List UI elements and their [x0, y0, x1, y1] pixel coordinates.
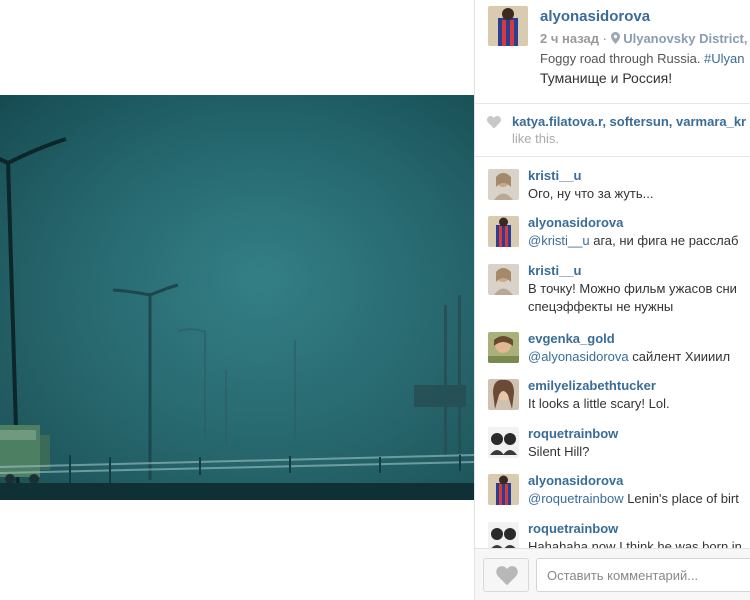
comment-username[interactable]: kristi__u [528, 168, 581, 183]
comment-bar [475, 548, 750, 600]
comment-username[interactable]: roquetrainbow [528, 426, 618, 441]
comment-username[interactable]: roquetrainbow [528, 521, 618, 536]
comment-username[interactable]: alyonasidorova [528, 473, 623, 488]
comment-mention[interactable]: @kristi__u [528, 233, 590, 248]
caption-line-2: Туманище и Россия! [540, 70, 673, 86]
side-panel: alyonasidorova 2 ч назад · Ulyanovsky Di… [474, 0, 750, 600]
commenter-avatar[interactable] [488, 169, 519, 200]
comment-input[interactable] [536, 558, 750, 592]
likes-usernames[interactable]: katya.filatova.r, softersun, varmara_kr [512, 114, 746, 129]
photo-area [0, 0, 474, 600]
comment-username[interactable]: alyonasidorova [528, 215, 623, 230]
comment-item: emilyelizabethtucker It looks a little s… [475, 367, 750, 413]
comment-username[interactable]: emilyelizabethtucker [528, 378, 656, 393]
comment-username[interactable]: evgenka_gold [528, 331, 615, 346]
likes-suffix: like this. [512, 131, 559, 146]
foggy-road-image [0, 95, 474, 500]
pin-icon [610, 32, 620, 44]
post-location[interactable]: Ulyanovsky District, [623, 31, 747, 46]
author-username[interactable]: alyonasidorova [540, 8, 650, 25]
post-photo[interactable] [0, 95, 474, 500]
likes-section: katya.filatova.r, softersun, varmara_kr … [475, 103, 750, 157]
comment-mention[interactable]: @roquetrainbow [528, 491, 624, 506]
comment-text: @alyonasidorova сайлент Хиииил [528, 349, 730, 364]
commenter-avatar[interactable] [488, 474, 519, 505]
comment-text: В точку! Можно фильм ужасов сни [528, 281, 737, 296]
commenter-avatar[interactable] [488, 379, 519, 410]
comment-body: сайлент Хиииил [628, 349, 731, 364]
commenter-avatar[interactable] [488, 332, 519, 363]
comment-text: @roquetrainbow Lenin's place of birt [528, 491, 739, 506]
post-time: 2 ч назад [540, 31, 600, 46]
comment-item: roquetrainbow Silent Hill? [475, 415, 750, 461]
comment-body: ага, ни фига не расслаб [589, 233, 739, 248]
commenter-avatar[interactable] [488, 427, 519, 458]
commenter-avatar[interactable] [488, 216, 519, 247]
comment-item: alyonasidorova @kristi__u ага, ни фига н… [475, 204, 750, 250]
caption: Foggy road through Russia. #Ulyan [540, 51, 745, 66]
caption-hashtag[interactable]: #Ulyan [704, 51, 744, 66]
comment-text-line-2: спецэффекты не нужны [528, 299, 674, 314]
comment-item: evgenka_gold @alyonasidorova сайлент Хии… [475, 320, 750, 366]
comment-item: roquetrainbow Hahahaha now I think he wa… [475, 510, 750, 552]
comment-mention[interactable]: @alyonasidorova [528, 349, 629, 364]
comment-text: Ого, ну что за жуть... [528, 186, 654, 201]
comment-body: Lenin's place of birt [623, 491, 739, 506]
comment-item: alyonasidorova @roquetrainbow Lenin's pl… [475, 462, 750, 508]
meta-separator: · [602, 31, 611, 46]
post-meta: 2 ч назад · Ulyanovsky District, [540, 31, 748, 46]
commenter-avatar[interactable] [488, 264, 519, 295]
heart-icon [487, 116, 501, 129]
comment-text: It looks a little scary! Lol. [528, 396, 670, 411]
like-button[interactable] [483, 558, 529, 592]
comment-text: Silent Hill? [528, 444, 590, 459]
caption-text: Foggy road through Russia. [540, 51, 705, 66]
author-avatar[interactable] [488, 6, 528, 46]
heart-icon [496, 566, 518, 586]
comment-item: kristi__u Ого, ну что за жуть... [475, 157, 750, 203]
comments-list: kristi__u Ого, ну что за жуть... alyonas… [475, 157, 750, 552]
post-header: alyonasidorova 2 ч назад · Ulyanovsky Di… [475, 0, 750, 103]
comment-username[interactable]: kristi__u [528, 263, 581, 278]
comment-item: kristi__u В точку! Можно фильм ужасов сн… [475, 252, 750, 318]
comment-text: @kristi__u ага, ни фига не расслаб [528, 233, 738, 248]
